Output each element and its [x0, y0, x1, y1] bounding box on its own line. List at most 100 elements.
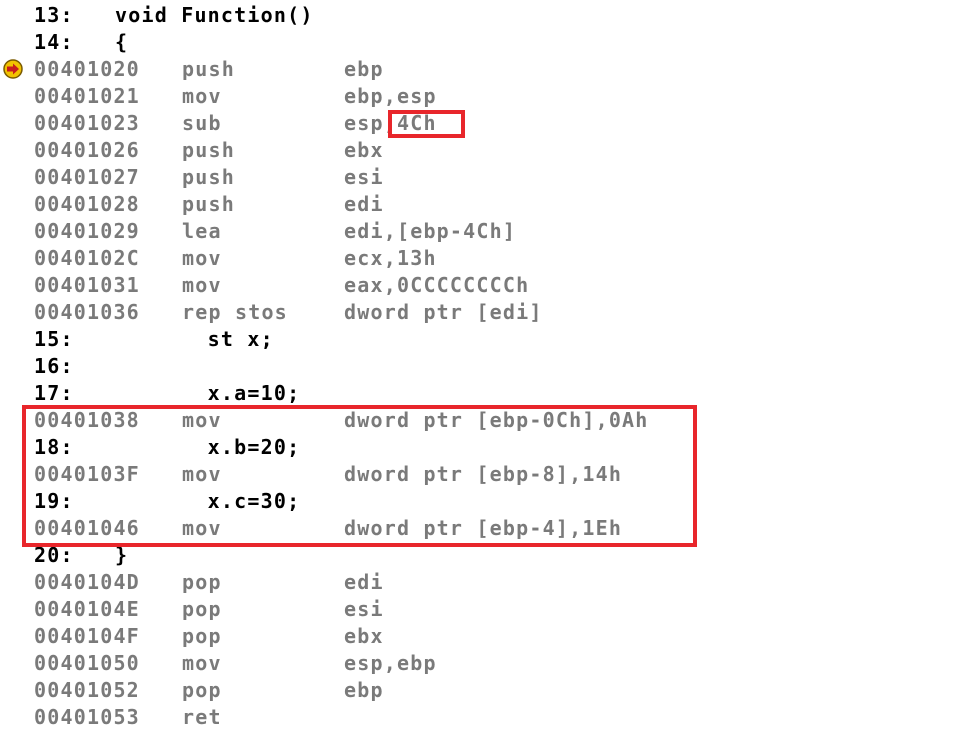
instruction-mnemonic: mov — [182, 462, 222, 486]
source-line: 19: x.c=30; — [0, 488, 968, 515]
source-code: x.a=10; — [115, 381, 301, 405]
instruction-row: 00401050 mov esp,ebp — [0, 650, 968, 677]
source-line: 20:} — [0, 542, 968, 569]
source-code: x.b=20; — [115, 435, 301, 459]
source-code: st x; — [115, 327, 274, 351]
instruction-mnemonic: lea — [182, 219, 222, 243]
source-code: { — [115, 30, 129, 54]
instruction-mnemonic: mov — [182, 84, 222, 108]
instruction-mnemonic: sub — [182, 111, 222, 135]
instruction-row: 0040102C mov ecx,13h — [0, 245, 968, 272]
instruction-address: 0040102C — [34, 246, 140, 270]
instruction-row: 00401052 pop ebp — [0, 677, 968, 704]
instruction-row: 0040104F pop ebx — [0, 623, 968, 650]
instruction-operands: ebp,esp — [344, 84, 437, 108]
instruction-address: 0040104F — [34, 624, 140, 648]
source-line-number: 16: — [34, 354, 74, 378]
source-code: } — [115, 543, 129, 567]
instruction-operands: ebp — [344, 678, 384, 702]
instruction-row: 00401023 sub esp,4Ch — [0, 110, 968, 137]
instruction-pointer-arrow-icon — [3, 59, 23, 79]
instruction-address: 00401038 — [34, 408, 140, 432]
instruction-address: 0040103F — [34, 462, 140, 486]
source-line-header: 13: void Function() — [0, 2, 968, 29]
instruction-mnemonic: pop — [182, 678, 222, 702]
instruction-operands: edi — [344, 570, 384, 594]
instruction-address: 00401023 — [34, 111, 140, 135]
instruction-operands: ebx — [344, 138, 384, 162]
instruction-address: 0040104D — [34, 570, 140, 594]
instruction-row: 00401029 lea edi,[ebp-4Ch] — [0, 218, 968, 245]
instruction-address: 00401028 — [34, 192, 140, 216]
source-line-number: 20: — [34, 543, 74, 567]
instruction-operands: dword ptr [edi] — [344, 300, 543, 324]
instruction-operands: dword ptr [ebp-0Ch],0Ah — [344, 408, 649, 432]
instruction-mnemonic: push — [182, 138, 235, 162]
instruction-operands: edi,[ebp-4Ch] — [344, 219, 517, 243]
source-line-number: 18: — [34, 435, 74, 459]
source-line-number: 15: — [34, 327, 74, 351]
instruction-row: 00401026 push ebx — [0, 137, 968, 164]
instruction-address: 00401027 — [34, 165, 140, 189]
instruction-operands: edi — [344, 192, 384, 216]
disassembly-view: 13: void Function() 14:{00401020 push ebp 0… — [0, 0, 968, 740]
source-code: x.c=30; — [115, 489, 301, 513]
instruction-address: 00401050 — [34, 651, 140, 675]
instruction-mnemonic: pop — [182, 570, 222, 594]
instruction-operands: eax,0CCCCCCCCh — [344, 273, 530, 297]
instruction-address: 00401021 — [34, 84, 140, 108]
instruction-address: 0040104E — [34, 597, 140, 621]
instruction-mnemonic: mov — [182, 651, 222, 675]
instruction-row: 00401031 mov eax,0CCCCCCCCh — [0, 272, 968, 299]
instruction-address: 00401053 — [34, 705, 140, 729]
instruction-address: 00401052 — [34, 678, 140, 702]
source-code: void Function() — [115, 3, 314, 27]
instruction-operands: esp,4Ch — [344, 111, 437, 135]
instruction-row: 00401053 ret — [0, 704, 968, 731]
instruction-mnemonic: pop — [182, 597, 222, 621]
source-line: 17: x.a=10; — [0, 380, 968, 407]
instruction-row: 0040104E pop esi — [0, 596, 968, 623]
source-line: 16: — [0, 353, 968, 380]
instruction-row: 00401038 mov dword ptr [ebp-0Ch],0Ah — [0, 407, 968, 434]
instruction-operands: esp,ebp — [344, 651, 437, 675]
source-line-number: 17: — [34, 381, 74, 405]
instruction-address: 00401020 — [34, 57, 140, 81]
instruction-mnemonic: rep stos — [182, 300, 288, 324]
instruction-operands: dword ptr [ebp-8],14h — [344, 462, 623, 486]
instruction-row: 00401036 rep stos dword ptr [edi] — [0, 299, 968, 326]
instruction-operands: esi — [344, 597, 384, 621]
instruction-row: 0040103F mov dword ptr [ebp-8],14h — [0, 461, 968, 488]
instruction-row: 00401021 mov ebp,esp — [0, 83, 968, 110]
source-line-number: 13: — [34, 3, 74, 27]
instruction-row: 00401046 mov dword ptr [ebp-4],1Eh — [0, 515, 968, 542]
source-line: 18: x.b=20; — [0, 434, 968, 461]
instruction-operands: ecx,13h — [344, 246, 437, 270]
instruction-mnemonic: ret — [182, 705, 222, 729]
current-instruction-row: 00401020 push ebp — [0, 56, 968, 83]
instruction-row: 0040104D pop edi — [0, 569, 968, 596]
instruction-operands: ebx — [344, 624, 384, 648]
instruction-mnemonic: push — [182, 192, 235, 216]
instruction-mnemonic: mov — [182, 408, 222, 432]
instruction-address: 00401036 — [34, 300, 140, 324]
instruction-row: 00401028 push edi — [0, 191, 968, 218]
instruction-mnemonic: mov — [182, 273, 222, 297]
source-line-number: 14: — [34, 30, 74, 54]
instruction-operands: dword ptr [ebp-4],1Eh — [344, 516, 623, 540]
instruction-row: 00401027 push esi — [0, 164, 968, 191]
source-line: 14: { — [0, 29, 968, 56]
instruction-mnemonic: pop — [182, 624, 222, 648]
instruction-operands: esi — [344, 165, 384, 189]
instruction-address: 00401046 — [34, 516, 140, 540]
instruction-mnemonic: mov — [182, 246, 222, 270]
instruction-mnemonic: push — [182, 57, 235, 81]
instruction-mnemonic: push — [182, 165, 235, 189]
source-line-number: 19: — [34, 489, 74, 513]
instruction-mnemonic: mov — [182, 516, 222, 540]
source-line: 15: st x; — [0, 326, 968, 353]
instruction-operands: ebp — [344, 57, 384, 81]
instruction-address: 00401026 — [34, 138, 140, 162]
instruction-address: 00401029 — [34, 219, 140, 243]
instruction-address: 00401031 — [34, 273, 140, 297]
